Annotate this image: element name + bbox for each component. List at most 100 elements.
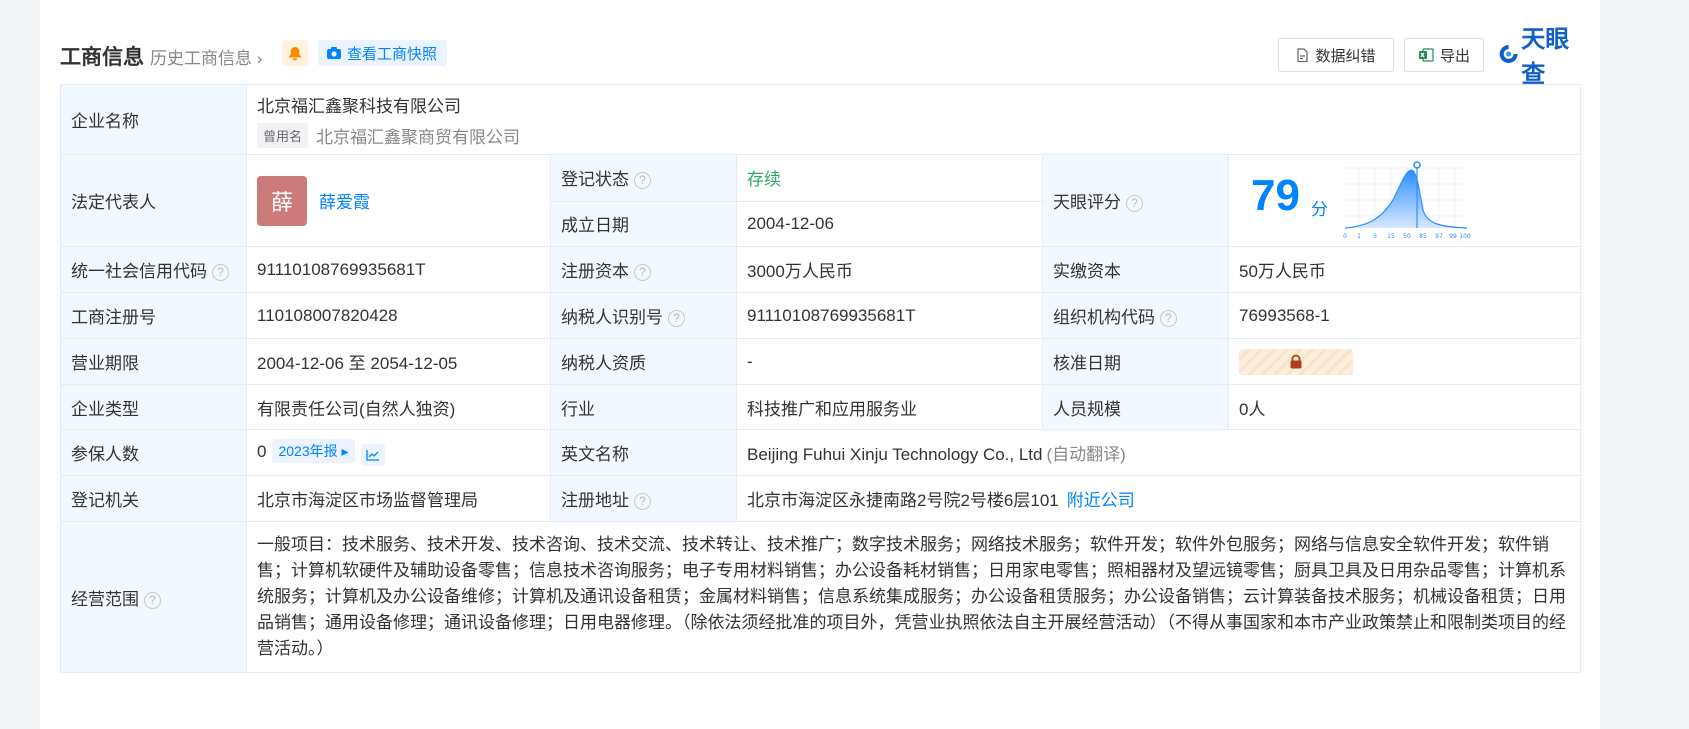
score-distribution-chart: 0 1 3 15 50 85 97 99 100: [1343, 161, 1471, 240]
excel-icon: [1418, 48, 1434, 62]
former-name: 曾用名 北京福汇鑫聚商贸有限公司: [257, 122, 1570, 148]
company-name-cell: 北京福汇鑫聚科技有限公司 曾用名 北京福汇鑫聚商贸有限公司: [245, 84, 1582, 155]
score-cell: 79 分 0 1 3 15 50 85 97 99 100: [1227, 154, 1582, 247]
english-name-label: 英文名称: [550, 429, 737, 476]
question-icon[interactable]: ?: [668, 310, 685, 327]
trend-icon: [365, 450, 379, 461]
approval-date-cell: [1227, 338, 1582, 385]
score-marker-dot: [1413, 161, 1421, 169]
tick-label: 100: [1459, 233, 1471, 240]
question-icon[interactable]: ?: [144, 591, 161, 609]
former-name-value: 北京福汇鑫聚商贸有限公司: [316, 127, 521, 147]
tick-label: 99: [1449, 233, 1457, 240]
reg-capital-value: 3000万人民币: [736, 246, 1043, 293]
locked-approval-date[interactable]: [1239, 348, 1353, 375]
table-row: 工商注册号 110108007820428 纳税人识别号? 9111010876…: [60, 292, 1582, 339]
snapshot-label: 查看工商快照: [347, 45, 438, 63]
staff-size-label: 人员规模: [1042, 384, 1229, 430]
org-code-value: 76993568-1: [1227, 292, 1582, 339]
export-button[interactable]: 导出: [1404, 38, 1484, 72]
biz-reg-no-label: 工商注册号: [60, 292, 247, 339]
business-info-card: 工商信息 历史工商信息 › 查看工商快照 数据纠错 导出 天眼查 企业名称 北京…: [40, 0, 1600, 729]
question-icon[interactable]: ?: [1160, 310, 1177, 327]
history-link-label: 历史工商信息: [150, 49, 252, 68]
reg-address-label: 注册地址: [561, 491, 629, 510]
section-title: 工商信息: [60, 46, 144, 69]
score-number: 79: [1251, 171, 1300, 220]
former-name-tag: 曾用名: [257, 122, 309, 148]
reg-status-label: 登记状态: [561, 170, 629, 190]
paid-capital-value: 50万人民币: [1227, 246, 1582, 293]
table-row: 经营范围? 一般项目：技术服务、技术开发、技术咨询、技术交流、技术转让、技术推广…: [60, 521, 1582, 673]
chart-ticks: 0 1 3 15 50 85 97 99 100: [1343, 233, 1471, 240]
question-icon[interactable]: ?: [1126, 195, 1143, 212]
taxpayer-id-label: 纳税人识别号: [561, 308, 663, 327]
credit-code-value: 91110108769935681T: [246, 246, 551, 293]
data-correct-button[interactable]: 数据纠错: [1278, 38, 1394, 72]
table-row: 统一社会信用代码? 91110108769935681T 注册资本? 3000万…: [60, 246, 1582, 293]
score-widget[interactable]: 79 分 0 1 3 15 50 85 97 99 100: [1229, 155, 1580, 246]
annual-report-button[interactable]: 2023年报 ▸: [272, 439, 355, 463]
taxpayer-qual-value: -: [736, 338, 1043, 385]
reg-capital-label-cell: 注册资本?: [550, 246, 737, 293]
industry-label: 行业: [550, 384, 737, 430]
reg-status-value: 存续: [736, 154, 1043, 202]
data-correct-label: 数据纠错: [1315, 47, 1376, 65]
credit-code-label: 统一社会信用代码: [71, 262, 207, 281]
org-code-label: 组织机构代码: [1053, 308, 1155, 327]
staff-size-value: 0人: [1227, 384, 1582, 430]
tianyancha-logo[interactable]: 天眼查: [1498, 26, 1580, 88]
tick-label: 0: [1343, 233, 1347, 240]
english-name-value: Beijing Fuhui Xinju Technology Co., Ltd: [747, 445, 1043, 464]
scope-label-cell: 经营范围?: [60, 521, 247, 673]
question-icon[interactable]: ?: [212, 264, 229, 281]
question-icon[interactable]: ?: [634, 493, 651, 510]
trend-button[interactable]: [360, 444, 385, 466]
company-name-label: 企业名称: [60, 84, 247, 155]
history-link[interactable]: 历史工商信息 ›: [150, 44, 262, 69]
logo-eye-icon: [1499, 45, 1518, 63]
business-info-table: 企业名称 北京福汇鑫聚科技有限公司 曾用名 北京福汇鑫聚商贸有限公司 法定代表人…: [60, 84, 1582, 673]
document-icon: [1297, 47, 1309, 62]
legal-rep-label: 法定代表人: [60, 154, 247, 247]
term-value: 2004-12-06 至 2054-12-05: [246, 338, 551, 385]
legal-rep-link[interactable]: 薛爱霞: [319, 193, 370, 212]
term-label: 营业期限: [60, 338, 247, 385]
tick-label: 3: [1373, 233, 1377, 240]
tick-label: 1: [1357, 233, 1361, 240]
distribution-area: [1345, 170, 1467, 228]
auto-translate-note: (自动翻译): [1046, 445, 1126, 464]
tick-label: 97: [1435, 233, 1443, 240]
question-icon[interactable]: ?: [634, 172, 651, 190]
reg-capital-label: 注册资本: [561, 262, 629, 281]
reg-authority-value: 北京市海淀区市场监督管理局: [246, 475, 551, 522]
reg-status-label-cell: 登记状态?: [550, 154, 737, 202]
reg-authority-label: 登记机关: [60, 475, 247, 522]
chevron-right-icon: ›: [252, 49, 263, 68]
logo-text: 天眼查: [1521, 26, 1570, 88]
bell-button[interactable]: [282, 40, 308, 66]
company-name-value: 北京福汇鑫聚科技有限公司: [257, 96, 461, 116]
question-icon[interactable]: ?: [634, 264, 651, 281]
table-row: 企业名称 北京福汇鑫聚科技有限公司 曾用名 北京福汇鑫聚商贸有限公司: [60, 84, 1582, 155]
score-label-cell: 天眼评分?: [1042, 154, 1229, 247]
taxpayer-id-value: 91110108769935681T: [736, 292, 1043, 339]
table-row: 企业类型 有限责任公司(自然人独资) 行业 科技推广和应用服务业 人员规模 0人: [60, 384, 1582, 430]
nearby-companies-link[interactable]: 附近公司: [1067, 491, 1135, 510]
insured-label: 参保人数: [60, 429, 247, 476]
company-type-label: 企业类型: [60, 384, 247, 430]
score-label: 天眼评分: [1053, 193, 1121, 212]
org-code-label-cell: 组织机构代码?: [1042, 292, 1229, 339]
taxpayer-id-label-cell: 纳税人识别号?: [550, 292, 737, 339]
caret-right-icon: ▸: [337, 443, 349, 459]
reg-address-label-cell: 注册地址?: [550, 475, 737, 522]
table-row: 法定代表人 薛薛爱霞 登记状态? 存续 天眼评分? 79 分 0 1 3 15 …: [60, 154, 1582, 247]
table-row: 营业期限 2004-12-06 至 2054-12-05 纳税人资质 - 核准日…: [60, 338, 1582, 385]
taxpayer-qual-label: 纳税人资质: [550, 338, 737, 385]
snapshot-button[interactable]: 查看工商快照: [318, 40, 448, 66]
legal-rep-cell: 薛薛爱霞: [246, 154, 551, 247]
tick-label: 50: [1403, 233, 1411, 240]
avatar[interactable]: 薛: [257, 175, 307, 226]
founded-value: 2004-12-06: [736, 200, 1043, 247]
table-row: 参保人数 0 2023年报 ▸ 英文名称 Beijing Fuhui Xinju …: [60, 429, 1582, 476]
